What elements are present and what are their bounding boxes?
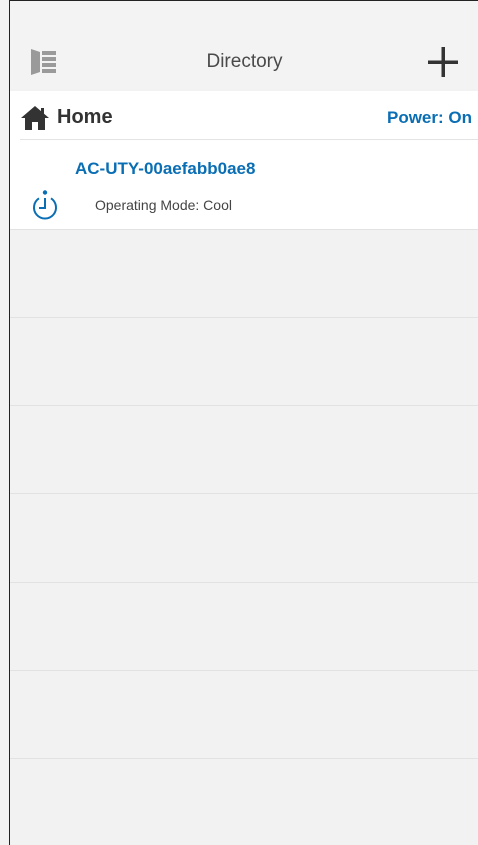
page-title: Directory [206,51,283,72]
divider [20,139,478,140]
group-name: Home [57,106,113,128]
divider [10,670,478,671]
plus-icon[interactable] [427,46,459,78]
power-status[interactable]: Power: On [387,108,472,128]
group-header[interactable]: Home Power: On [10,91,478,139]
divider [10,317,478,318]
divider [10,582,478,583]
device-group-panel: Home Power: On AC-UTY-00aefabb0ae8 Opera… [10,91,478,229]
divider [10,758,478,759]
app-frame: Directory Home Power: On AC-UTY-00aefabb… [9,0,478,845]
top-bar: Directory [10,1,478,89]
home-icon [20,105,50,131]
timer-icon [31,190,59,220]
divider [10,493,478,494]
divider [10,405,478,406]
divider [10,229,478,230]
operating-mode-text: Operating Mode: Cool [95,197,232,213]
device-name-link[interactable]: AC-UTY-00aefabb0ae8 [75,159,255,179]
